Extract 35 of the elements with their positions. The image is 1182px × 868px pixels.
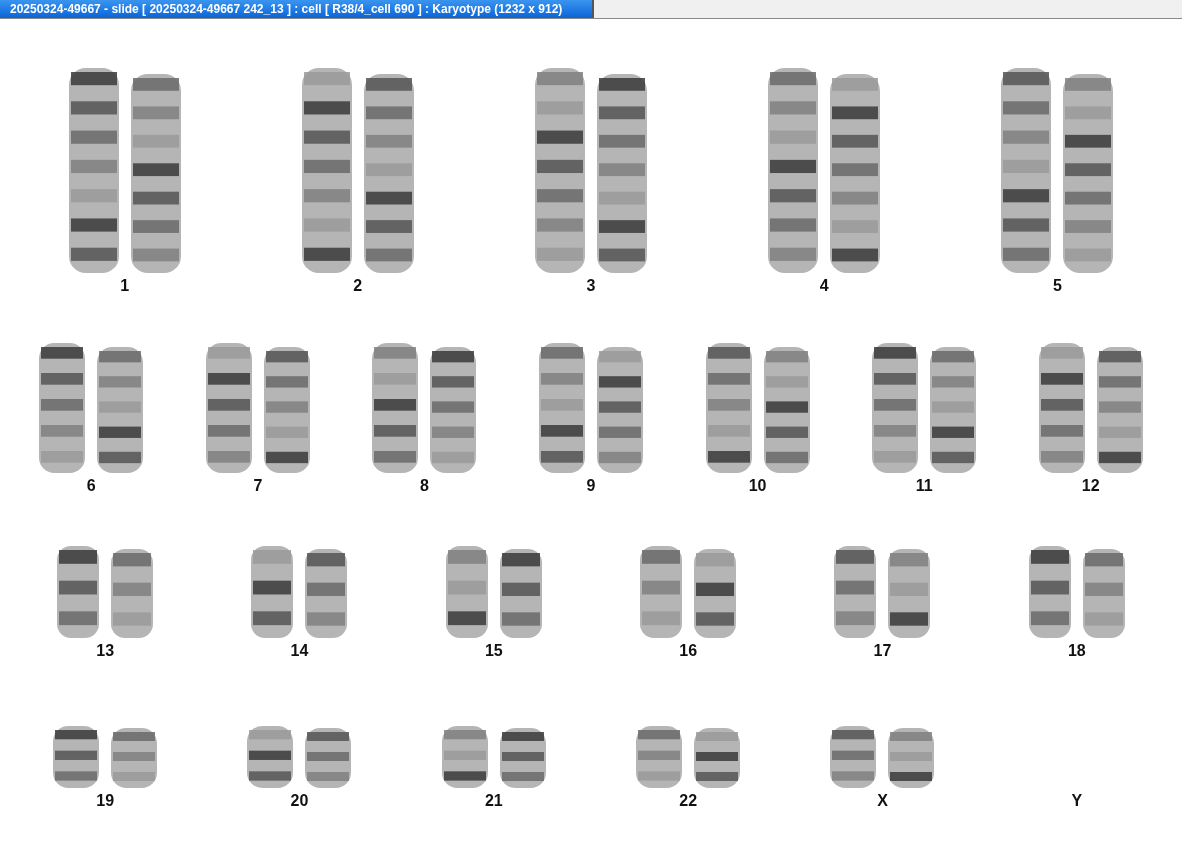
- chromosome-label: 11: [915, 477, 933, 495]
- chromosome-label: 4: [819, 277, 829, 295]
- chromosome-drawing: [694, 728, 741, 788]
- chromosome-drawing: [636, 726, 683, 788]
- chromosome-label: 2: [353, 277, 363, 295]
- chromosome-label: 16: [679, 642, 698, 660]
- chromosome-label: 10: [748, 477, 767, 495]
- chromosome-label: 17: [873, 642, 892, 660]
- chromosome-drawing: [888, 728, 935, 788]
- chromosome-label: 20: [290, 792, 309, 810]
- chromosome-label: 3: [586, 277, 596, 295]
- chromosome-label: 21: [484, 792, 503, 810]
- chromosome-label: X: [877, 792, 888, 810]
- chromosome-drawing: [247, 726, 294, 788]
- chromosome-label: 18: [1067, 642, 1086, 660]
- chromosome-drawing: [441, 726, 488, 788]
- window-title: 20250324-49667 - slide [ 20250324-49667 242_13 ] : cell [ R38/4_cell 690 ] : Karyotype (1232 x 912): [0, 0, 594, 18]
- chromosome-label: 5: [1052, 277, 1062, 295]
- chromosome-label: 12: [1081, 477, 1100, 495]
- chromosome-label: Y: [1071, 792, 1083, 810]
- chromosome-label: 13: [96, 642, 115, 660]
- chromosome-label: 7: [253, 477, 263, 495]
- chromosome-label: 19: [96, 792, 115, 810]
- chromosome-label: 15: [484, 642, 503, 660]
- chromosome-label: 22: [679, 792, 698, 810]
- chromosome-label: 8: [419, 477, 429, 495]
- chromosome-drawing: [830, 726, 877, 788]
- chromosome-label: 9: [586, 477, 596, 495]
- chromosome-label: 6: [86, 477, 96, 495]
- chromosome-label: 1: [120, 277, 130, 295]
- chromosome-drawing: [305, 728, 352, 788]
- chromosome-drawing: [111, 728, 158, 788]
- chromosome-label: 14: [290, 642, 309, 660]
- chromosome-drawing: [499, 728, 546, 788]
- chromosome-drawing: [53, 726, 100, 788]
